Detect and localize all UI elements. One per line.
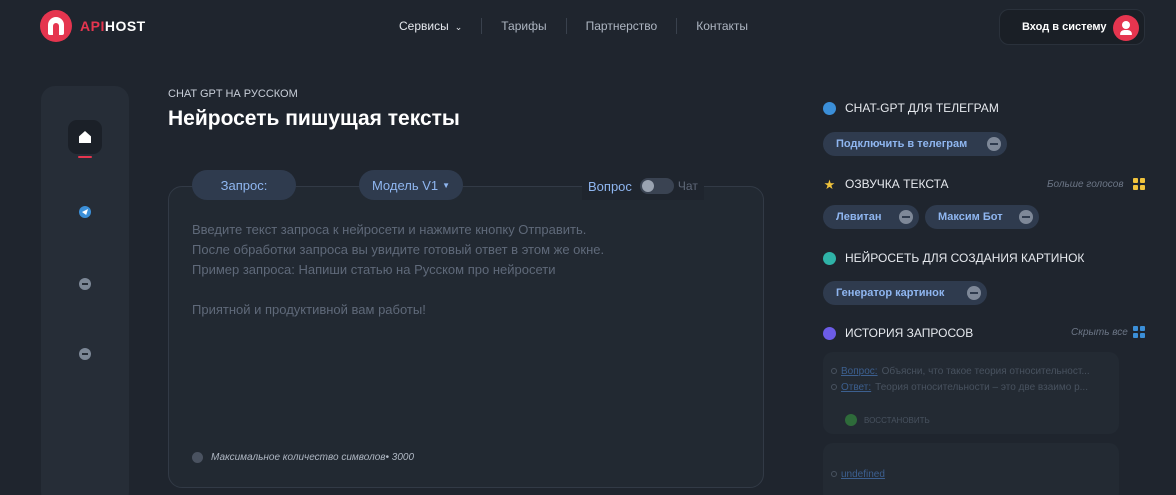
sidebar-item-chat[interactable] <box>68 267 102 301</box>
chip-label: Генератор картинок <box>836 287 945 299</box>
placeholder-line: Введите текст запроса к нейросети и нажм… <box>192 222 587 237</box>
bullet-icon <box>831 384 837 390</box>
chip-label: Подключить в телеграм <box>836 138 968 150</box>
section-images-heading: НЕЙРОСЕТЬ ДЛЯ СОЗДАНИЯ КАРТИНОК <box>823 251 1084 265</box>
more-voices-link[interactable]: Больше голосов <box>1047 179 1124 190</box>
minus-icon <box>899 210 913 224</box>
sidebar-item-telegram[interactable] <box>68 195 102 229</box>
voice-chip-maksim-bot[interactable]: Максим Бот <box>925 205 1039 229</box>
palette-icon <box>823 251 836 265</box>
login-label: Вход в систему <box>1022 21 1107 33</box>
restore-button[interactable]: восстановить <box>845 414 930 426</box>
nav-item-contacts[interactable]: Контакты <box>677 18 767 34</box>
image-generator-button[interactable]: Генератор картинок <box>823 281 987 305</box>
placeholder-line: Приятной и продуктивной вам работы! <box>192 302 426 317</box>
history-answer: Ответ: Теория относительности – это две в… <box>831 382 1111 393</box>
telegram-icon <box>79 206 91 218</box>
query-placeholder: Введите текст запроса к нейросети и нажм… <box>192 220 732 320</box>
chip-label: Левитан <box>836 211 882 223</box>
bullet-icon <box>831 471 837 477</box>
section-title: CHAT-GPT ДЛЯ ТЕЛЕГРАМ <box>845 101 999 115</box>
header: APIHOST Сервисы ⌄ Тарифы Партнерство Конт… <box>0 0 1176 56</box>
chip-label: Максим Бот <box>938 211 1003 223</box>
section-voice-heading: ★ ОЗВУЧКА ТЕКСТА <box>823 177 949 191</box>
logo-text-api: API <box>80 18 105 34</box>
question-text: Объясни, что такое теория относительност… <box>881 366 1090 377</box>
bullet-icon <box>831 368 837 374</box>
logo-text-host: HOST <box>104 18 146 34</box>
login-button[interactable]: Вход в систему <box>999 9 1145 45</box>
logo-text: APIHOST <box>80 18 146 34</box>
mode-toggle-switch[interactable] <box>639 178 674 194</box>
minus-icon <box>1019 210 1033 224</box>
sidebar-item-messages[interactable] <box>68 337 102 371</box>
answer-label[interactable]: Ответ: <box>841 382 871 393</box>
placeholder-line: Пример запроса: Напиши статью на Русском… <box>192 262 556 277</box>
section-telegram-heading: CHAT-GPT ДЛЯ ТЕЛЕГРАМ <box>823 101 999 115</box>
message-icon <box>79 348 91 360</box>
home-icon <box>79 131 91 143</box>
request-tab[interactable]: Запрос: <box>192 170 296 200</box>
sidebar-item-home[interactable] <box>68 120 102 154</box>
mode-toggle-group: Вопрос Чат <box>582 172 704 200</box>
page-subtitle: CHAT GPT НА РУССКОМ <box>168 88 298 100</box>
nav-item-tariffs[interactable]: Тарифы <box>482 18 567 34</box>
grid-icon[interactable] <box>1133 326 1145 338</box>
answer-text: Теория относительности – это две взаимо … <box>875 382 1088 393</box>
grid-icon[interactable] <box>1133 178 1145 190</box>
main-nav: Сервисы ⌄ Тарифы Партнерство Контакты <box>380 18 767 34</box>
chevron-down-icon: ⌄ <box>454 22 463 32</box>
section-title: ИСТОРИЯ ЗАПРОСОВ <box>845 326 974 340</box>
history-question: Вопрос: Объясни, что такое теория относит… <box>831 366 1111 377</box>
mode-chat-label[interactable]: Чат <box>678 179 698 193</box>
question-label[interactable]: Вопрос: <box>841 366 878 377</box>
chat-icon <box>79 278 91 290</box>
nav-item-partnership[interactable]: Партнерство <box>567 18 678 34</box>
question-label[interactable]: undefined <box>841 469 885 480</box>
model-select[interactable]: Модель V1 ▼ <box>359 170 463 200</box>
sidebar <box>41 86 129 495</box>
voice-chip-levitan[interactable]: Левитан <box>823 205 919 229</box>
active-indicator <box>78 156 92 158</box>
placeholder-line: После обработки запроса вы увидите готов… <box>192 242 605 257</box>
model-label: Модель V1 <box>371 177 439 193</box>
user-icon <box>1113 15 1139 41</box>
history-icon <box>823 326 836 340</box>
telegram-icon <box>823 101 836 115</box>
history-question: undefined <box>831 469 1111 480</box>
char-limit-info: Максимальное количество символов• 3000 <box>192 452 414 463</box>
logo-icon <box>40 10 72 42</box>
history-entry[interactable]: Вопрос: Объясни, что такое теория относит… <box>823 352 1119 434</box>
restore-icon <box>845 414 857 426</box>
minus-icon <box>967 286 981 300</box>
info-icon <box>192 452 203 463</box>
hide-all-link[interactable]: Скрыть все <box>1071 327 1128 338</box>
logo[interactable]: APIHOST <box>40 10 146 42</box>
dropdown-arrow-icon: ▼ <box>442 180 451 190</box>
section-history-heading: ИСТОРИЯ ЗАПРОСОВ <box>823 326 973 340</box>
nav-item-services[interactable]: Сервисы ⌄ <box>380 18 483 34</box>
page-title: Нейросеть пишущая тексты <box>168 107 460 130</box>
section-title: НЕЙРОСЕТЬ ДЛЯ СОЗДАНИЯ КАРТИНОК <box>845 251 1085 265</box>
nav-item-label: Сервисы <box>399 19 449 33</box>
minus-icon <box>987 137 1001 151</box>
mode-question-label[interactable]: Вопрос <box>588 179 632 194</box>
section-title: ОЗВУЧКА ТЕКСТА <box>845 177 949 191</box>
connect-telegram-button[interactable]: Подключить в телеграм <box>823 132 1007 156</box>
restore-label: восстановить <box>864 415 930 425</box>
star-icon: ★ <box>823 176 836 192</box>
request-label: Запрос: <box>220 177 268 193</box>
char-limit-text: Максимальное количество символов• 3000 <box>211 452 415 463</box>
history-entry[interactable]: undefined <box>823 443 1119 495</box>
